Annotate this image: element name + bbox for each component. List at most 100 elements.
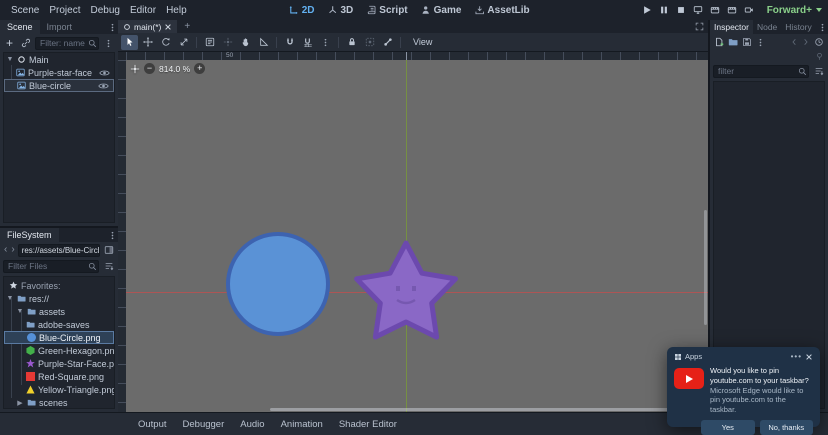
pan-tool-button[interactable] — [237, 35, 254, 50]
tab-history[interactable]: History — [781, 20, 815, 34]
fs-row-favorites[interactable]: Favorites: — [4, 279, 114, 292]
fs-row-green-hexagon-png[interactable]: Green-Hexagon.png — [4, 344, 114, 357]
history-back-button[interactable] — [790, 38, 798, 46]
yes-button[interactable]: Yes — [701, 420, 755, 435]
new-resource-button[interactable] — [714, 37, 724, 47]
workspace-game[interactable]: Game — [421, 5, 462, 16]
fs-row-yellow-triangle-png[interactable]: Yellow-Triangle.png — [4, 383, 114, 396]
play-scene-button[interactable] — [710, 5, 720, 15]
zoom-in-button[interactable]: + — [194, 63, 205, 74]
vertical-scrollbar[interactable] — [704, 210, 708, 325]
property-sort-button[interactable] — [812, 65, 825, 78]
menu-project[interactable]: Project — [44, 3, 85, 18]
close-icon[interactable] — [164, 23, 172, 31]
property-filter-input[interactable] — [713, 65, 809, 78]
fs-row-purple-star-face-png[interactable]: Purple-Star-Face.png — [4, 357, 114, 370]
expand-caret-icon[interactable]: ▶ — [16, 399, 24, 407]
nav-back-button[interactable]: ‹ — [3, 245, 8, 255]
visibility-eye-icon[interactable] — [98, 82, 111, 90]
tree-row-purple-star-face[interactable]: Purple-star-face — [4, 66, 114, 79]
workspace-assetlib[interactable]: AssetLib — [474, 5, 529, 16]
rotate-tool-button[interactable] — [157, 35, 174, 50]
skeleton-options-button[interactable] — [379, 35, 396, 50]
bottom-tab-animation[interactable]: Animation — [274, 416, 330, 433]
scene-tab-main[interactable]: main(*) — [118, 20, 177, 33]
menu-debug[interactable]: Debug — [85, 3, 124, 18]
no-thanks-button[interactable]: No, thanks — [760, 420, 814, 435]
collapse-caret-icon[interactable]: ▼ — [6, 295, 14, 302]
bottom-tab-audio[interactable]: Audio — [233, 416, 271, 433]
play-button[interactable] — [642, 5, 652, 15]
zoom-percent-label[interactable]: 814.0 % — [159, 64, 190, 74]
workspace-script[interactable]: Script — [366, 5, 407, 16]
tree-row-blue-circle[interactable]: Blue-circle — [4, 79, 114, 92]
save-resource-button[interactable] — [742, 37, 752, 47]
play-custom-scene-button[interactable] — [727, 5, 737, 15]
fs-row-adobe-saves[interactable]: adobe-saves — [4, 318, 114, 331]
pause-button[interactable] — [659, 5, 669, 15]
pivot-tool-button[interactable] — [219, 35, 236, 50]
bottom-tab-debugger[interactable]: Debugger — [176, 416, 232, 433]
ruler-tool-button[interactable] — [255, 35, 272, 50]
bottom-tab-output[interactable]: Output — [131, 416, 174, 433]
collapse-caret-icon[interactable]: ▼ — [16, 308, 24, 315]
more-options-button[interactable]: ••• — [791, 352, 802, 361]
workspace-2d[interactable]: 2D — [289, 5, 315, 16]
new-scene-tab-button[interactable]: + — [177, 20, 197, 33]
object-history-button[interactable] — [814, 37, 824, 47]
smart-snap-button[interactable] — [281, 35, 298, 50]
split-view-button[interactable] — [102, 244, 115, 257]
scene-panel-menu-button[interactable] — [106, 20, 118, 34]
fs-row-res[interactable]: ▼ res:// — [4, 292, 114, 305]
pin-icon[interactable] — [815, 52, 824, 61]
inspector-menu-button[interactable] — [816, 20, 828, 34]
scale-tool-button[interactable] — [175, 35, 192, 50]
menu-editor[interactable]: Editor — [125, 3, 161, 18]
history-forward-button[interactable] — [802, 38, 810, 46]
purple-star-sprite[interactable] — [351, 240, 461, 350]
filter-files-input[interactable] — [3, 260, 99, 273]
resource-menu-button[interactable] — [756, 38, 765, 47]
stop-button[interactable] — [676, 5, 686, 15]
zoom-out-button[interactable]: − — [144, 63, 155, 74]
instantiate-scene-button[interactable] — [19, 37, 32, 50]
remote-debug-button[interactable] — [693, 5, 703, 15]
add-node-button[interactable]: + — [3, 37, 16, 50]
tab-inspector[interactable]: Inspector — [710, 20, 753, 34]
fs-row-assets[interactable]: ▼ assets — [4, 305, 114, 318]
tab-import[interactable]: Import — [40, 20, 80, 34]
current-path-field[interactable]: res://assets/Blue-Circle.pn — [18, 244, 100, 257]
selectable-list-button[interactable] — [201, 35, 218, 50]
viewport-canvas[interactable]: − 814.0 % + — [126, 60, 708, 412]
tab-scene[interactable]: Scene — [0, 20, 40, 34]
grid-snap-button[interactable] — [299, 35, 316, 50]
tab-node[interactable]: Node — [753, 20, 781, 34]
view-menu-button[interactable]: View — [405, 37, 440, 47]
expand-viewport-button[interactable] — [691, 20, 708, 33]
tree-row-main[interactable]: ▼ Main — [4, 53, 114, 66]
menu-help[interactable]: Help — [161, 3, 192, 18]
recenter-view-icon[interactable] — [130, 64, 140, 74]
bottom-tab-shader-editor[interactable]: Shader Editor — [332, 416, 404, 433]
fs-row-blue-circle-png[interactable]: Blue-Circle.png — [4, 331, 114, 344]
scene-tree-menu-button[interactable] — [102, 37, 115, 50]
select-tool-button[interactable] — [121, 35, 138, 50]
lock-object-button[interactable] — [343, 35, 360, 50]
menu-scene[interactable]: Scene — [6, 3, 44, 18]
snap-options-button[interactable] — [317, 35, 334, 50]
filesystem-menu-button[interactable] — [106, 228, 118, 242]
movie-maker-button[interactable] — [744, 5, 754, 15]
fs-row-red-square-png[interactable]: Red-Square.png — [4, 370, 114, 383]
load-resource-button[interactable] — [728, 37, 738, 47]
workspace-3d[interactable]: 3D — [327, 5, 353, 16]
fs-row-scenes[interactable]: ▶ scenes — [4, 396, 114, 409]
nav-forward-button[interactable]: › — [10, 245, 15, 255]
visibility-eye-icon[interactable] — [99, 69, 112, 77]
horizontal-scrollbar[interactable] — [270, 408, 704, 412]
collapse-caret-icon[interactable]: ▼ — [6, 56, 14, 63]
close-icon[interactable] — [805, 353, 813, 361]
tab-filesystem[interactable]: FileSystem — [0, 228, 59, 242]
group-object-button[interactable] — [361, 35, 378, 50]
file-sort-button[interactable] — [102, 260, 115, 273]
move-tool-button[interactable] — [139, 35, 156, 50]
